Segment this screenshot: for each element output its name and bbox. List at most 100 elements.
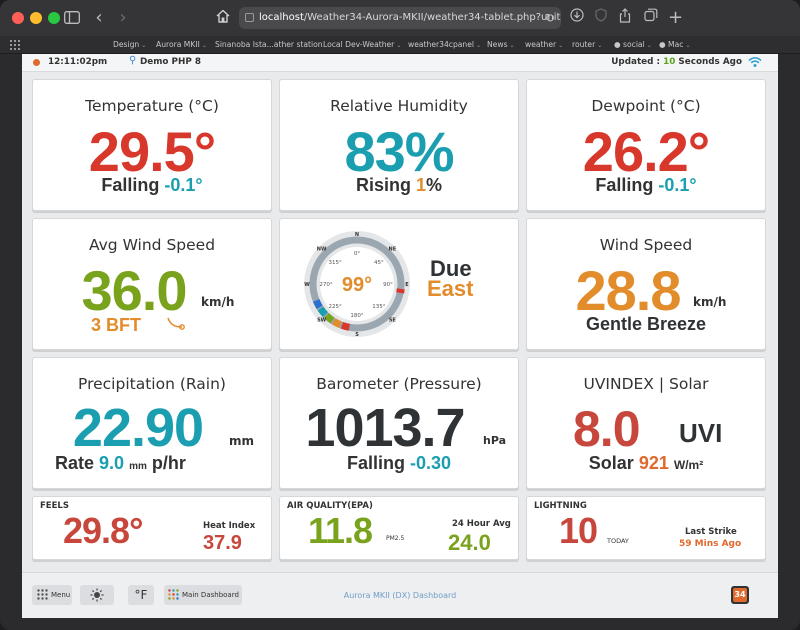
privacy-shield-icon[interactable] [594, 8, 608, 28]
feels-like-card[interactable]: FEELS 29.8° Heat Index 37.9 [32, 496, 272, 560]
bookmark-item[interactable]: weather ⌄ [525, 36, 563, 54]
barometer-card[interactable]: Barometer (Pressure) 1013.7 hPa Falling … [279, 357, 519, 489]
compass-degree-label: 180° [350, 313, 363, 319]
temperature-card[interactable]: Temperature (°C) 29.5° Falling -0.1° [32, 79, 272, 211]
card-title: Precipitation (Rain) [78, 375, 226, 393]
compass-arc-segment [324, 313, 335, 324]
bookmark-item[interactable]: ● Mac ⌄ [659, 36, 690, 54]
avg-wind-unit: km/h [201, 295, 235, 309]
wind-speed-unit: km/h [693, 295, 727, 309]
browser-toolbar: ‹ › localhost/Weather34-Aurora-MKII/weat… [0, 0, 800, 36]
share-icon[interactable] [618, 8, 632, 28]
compass-cardinal-label: SE [389, 317, 397, 323]
minimize-window-button[interactable] [30, 12, 42, 24]
compass-degree-label: 270° [319, 282, 332, 288]
compass-degree-label: 135° [372, 304, 385, 310]
bookmark-item[interactable]: Local Dev-Weather ⌄ [323, 36, 401, 54]
compass-cardinal-label: S [355, 332, 359, 338]
rain-card[interactable]: Precipitation (Rain) 22.90 mm Rate 9.0 m… [32, 357, 272, 489]
barometer-value: 1013.7 [305, 398, 465, 458]
forward-icon[interactable]: › [116, 8, 130, 28]
compass-degree-label: 225° [328, 304, 341, 310]
card-title: Relative Humidity [330, 97, 468, 115]
back-icon[interactable]: ‹ [92, 8, 106, 28]
uv-solar-card[interactable]: UVINDEX | Solar 8.0 UVI Solar 921 W/m² [526, 357, 766, 489]
url-path: /Weather34-Aurora-MKII/weather34-tablet.… [303, 12, 561, 23]
wind-vane-icon [167, 317, 185, 330]
bookmarks-bar: Design ⌄ Aurora MKII ⌄ Sinanoba Ista...ath… [0, 36, 800, 54]
rain-rate: Rate 9.0 mm p/hr [55, 453, 186, 473]
rain-unit: mm [229, 434, 255, 448]
bookmark-item[interactable]: Design ⌄ [113, 36, 146, 54]
bookmark-item[interactable]: router ⌄ [572, 36, 602, 54]
feels-like-value: 29.8° [63, 510, 143, 551]
avg-wind-card[interactable]: Avg Wind Speed 36.0 km/h 3 BFT [32, 218, 272, 350]
zoom-window-button[interactable] [48, 12, 60, 24]
wind-speed-card[interactable]: Wind Speed 28.8 km/h Gentle Breeze [526, 218, 766, 350]
bookmark-item[interactable]: News ⌄ [487, 36, 515, 54]
dewpoint-card[interactable]: Dewpoint (°C) 26.2° Falling -0.1° [526, 79, 766, 211]
heat-index-label: Heat Index [203, 521, 256, 531]
barometer-trend: Falling -0.30 [346, 453, 452, 473]
sidebar-toggle-icon[interactable] [62, 8, 82, 28]
compass-degree-label: 0° [354, 251, 360, 257]
beaufort-value: 3 BFT [91, 315, 142, 335]
tab-overview-icon[interactable] [644, 8, 658, 28]
browser-window: ‹ › localhost/Weather34-Aurora-MKII/weat… [0, 0, 800, 630]
air-quality-card[interactable]: AIR QUALITY(EPA) 11.8 PM2.5 24 Hour Avg … [279, 496, 519, 560]
card-title: Temperature (°C) [85, 97, 219, 115]
compass-dial: N NE E SE S SW W NW 0° 45° 90° 135° 180° 225° 270° 315°… [304, 231, 410, 338]
url-host: localhost [259, 12, 304, 23]
humidity-trend: Rising 1% [355, 175, 443, 195]
uv-unit: UVI [679, 418, 723, 448]
bookmark-item[interactable]: Sinanoba Ista...ather station [215, 36, 323, 54]
dewpoint-trend: Falling -0.1° [595, 175, 697, 195]
lightning-unit: TODAY [607, 537, 629, 545]
weather34-logo-icon[interactable]: 34 [731, 586, 749, 604]
wind-direction-value: 99° [342, 274, 372, 296]
bookmarks-grid-icon[interactable] [10, 40, 20, 50]
temperature-trend: Falling -0.1° [101, 175, 203, 195]
uv-value: 8.0 [573, 401, 641, 457]
logo-text: 34 [733, 588, 747, 602]
air-quality-unit: PM2.5 [386, 535, 405, 542]
bookmark-item[interactable]: ● social ⌄ [614, 36, 652, 54]
compass-cardinal-label: SW [317, 317, 327, 323]
humidity-card[interactable]: Relative Humidity 83% Rising 1% [279, 79, 519, 211]
compass-arc-segment [317, 306, 328, 317]
compass-arc-segment [312, 299, 323, 310]
download-icon[interactable] [569, 8, 585, 28]
card-title: UVINDEX | Solar [583, 375, 709, 393]
bookmark-item[interactable]: weather34cpanel ⌄ [408, 36, 481, 54]
bookmark-item[interactable]: Aurora MKII ⌄ [156, 36, 207, 54]
solar-reading: Solar 921 W/m² [588, 453, 704, 473]
air-avg-label: 24 Hour Avg [452, 519, 511, 529]
lightning-card[interactable]: LIGHTNING 10 TODAY Last Strike 59 Mins A… [526, 496, 766, 560]
updated-status: Updated : 10 Seconds Ago [611, 57, 742, 67]
compass-cardinal-label: N [355, 232, 359, 238]
card-title: Avg Wind Speed [88, 236, 216, 254]
compass-degree-label: 315° [328, 260, 341, 266]
lightning-count: 10 [559, 510, 598, 551]
close-window-button[interactable] [12, 12, 24, 24]
compass-cardinal-label: E [405, 282, 409, 288]
reload-icon[interactable]: ↻ [545, 7, 555, 29]
new-tab-icon[interactable]: + [668, 8, 683, 28]
card-title: Barometer (Pressure) [316, 375, 482, 393]
last-strike-label: Last Strike [685, 527, 737, 537]
card-title: Wind Speed [599, 236, 693, 254]
wifi-icon [748, 57, 762, 67]
address-bar[interactable]: localhost/Weather34-Aurora-MKII/weather3… [239, 7, 561, 29]
compass-cardinal-label: W [304, 282, 310, 288]
apple-icon: ● [659, 40, 669, 49]
footer-title: Aurora MKII (DX) Dashboard [343, 591, 457, 600]
status-header: 12:11:02pm ⚲ Demo PHP 8 Updated : 10 Sec… [22, 54, 778, 72]
wind-direction-card[interactable]: N NE E SE S SW W NW 0° 45° 90° 135° 180° 225° 270° 315°… [279, 218, 519, 350]
compass-cardinal-label: NW [317, 247, 327, 253]
compass-arc-segment [331, 318, 342, 329]
station-name: Demo PHP 8 [140, 57, 201, 67]
home-icon[interactable] [214, 8, 232, 28]
card-title: Dewpoint (°C) [591, 97, 701, 115]
apple-icon: ● [614, 40, 624, 49]
page-icon [245, 13, 254, 22]
